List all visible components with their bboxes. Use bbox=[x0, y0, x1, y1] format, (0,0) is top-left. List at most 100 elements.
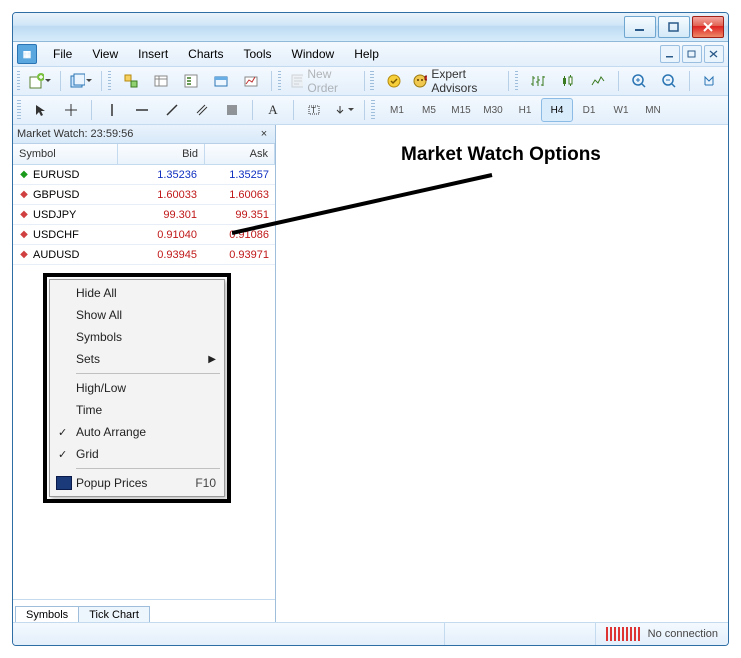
mdi-minimize-button[interactable] bbox=[660, 45, 680, 63]
zoom-out-button[interactable] bbox=[655, 69, 683, 93]
bid-price: 99.301 bbox=[117, 205, 203, 224]
menu-file[interactable]: File bbox=[43, 44, 82, 64]
line-chart-button[interactable] bbox=[584, 69, 612, 93]
ctx-shortcut: F10 bbox=[195, 476, 216, 490]
ctx-time[interactable]: Time bbox=[52, 399, 222, 421]
market-watch-close-icon[interactable]: × bbox=[257, 127, 271, 141]
maximize-button[interactable] bbox=[658, 16, 690, 38]
timeframe-m1[interactable]: M1 bbox=[381, 98, 413, 122]
symbol-name: EURUSD bbox=[33, 169, 79, 181]
symbol-name: AUDUSD bbox=[33, 249, 79, 261]
header-symbol[interactable]: Symbol bbox=[13, 144, 118, 164]
market-watch-header-row: Symbol Bid Ask bbox=[13, 144, 275, 165]
data-window-button[interactable] bbox=[147, 69, 175, 93]
symbol-name: GBPUSD bbox=[33, 189, 79, 201]
vertical-line-button[interactable] bbox=[98, 98, 126, 122]
bid-price: 1.35236 bbox=[117, 165, 203, 184]
strategy-tester-button[interactable] bbox=[237, 69, 265, 93]
menu-help[interactable]: Help bbox=[344, 44, 389, 64]
new-order-button[interactable]: New Order bbox=[287, 69, 357, 93]
market-watch-title-text: Market Watch: 23:59:56 bbox=[17, 128, 133, 140]
ctx-popup-prices[interactable]: Popup PricesF10 bbox=[52, 472, 222, 494]
menu-bar: ▦ File View Insert Charts Tools Window H… bbox=[13, 42, 728, 67]
new-chart-button[interactable] bbox=[26, 69, 54, 93]
submenu-arrow-icon: ▶ bbox=[208, 354, 216, 365]
candlesticks-button[interactable] bbox=[554, 69, 582, 93]
equidistant-channel-button[interactable] bbox=[188, 98, 216, 122]
tab-symbols[interactable]: Symbols bbox=[15, 606, 79, 622]
title-bar bbox=[13, 13, 728, 42]
annotation-label: Market Watch Options bbox=[401, 144, 601, 166]
bid-price: 0.93945 bbox=[117, 245, 203, 264]
horizontal-line-button[interactable] bbox=[128, 98, 156, 122]
minimize-button[interactable] bbox=[624, 16, 656, 38]
timeframe-w1[interactable]: W1 bbox=[605, 98, 637, 122]
timeframe-m15[interactable]: M15 bbox=[445, 98, 477, 122]
app-icon: ▦ bbox=[17, 44, 37, 64]
ctx-sets[interactable]: Sets▶ bbox=[52, 348, 222, 370]
text-button[interactable]: A bbox=[259, 98, 287, 122]
context-menu-callout: Hide All Show All Symbols Sets▶ High/Low… bbox=[43, 273, 273, 503]
cursor-button[interactable] bbox=[27, 98, 55, 122]
direction-icon: ◆ bbox=[19, 230, 29, 240]
symbol-name: USDJPY bbox=[33, 209, 76, 221]
toolbar-grip[interactable] bbox=[278, 71, 281, 91]
toolbar-grip[interactable] bbox=[515, 71, 518, 91]
zoom-in-button[interactable] bbox=[625, 69, 653, 93]
menu-tools[interactable]: Tools bbox=[234, 44, 282, 64]
profiles-button[interactable] bbox=[67, 69, 95, 93]
toolbar-grip[interactable] bbox=[370, 71, 373, 91]
toolbar-grip[interactable] bbox=[17, 71, 20, 91]
trendline-button[interactable] bbox=[158, 98, 186, 122]
toolbar-grip[interactable] bbox=[371, 100, 375, 120]
ctx-hide-all[interactable]: Hide All bbox=[52, 282, 222, 304]
direction-icon: ◆ bbox=[19, 210, 29, 220]
direction-icon: ◆ bbox=[19, 170, 29, 180]
menu-window[interactable]: Window bbox=[282, 44, 345, 64]
ctx-symbols[interactable]: Symbols bbox=[52, 326, 222, 348]
arrows-menu-button[interactable] bbox=[330, 98, 358, 122]
new-order-label: New Order bbox=[307, 67, 354, 95]
timeframe-mn[interactable]: MN bbox=[637, 98, 669, 122]
crosshair-button[interactable] bbox=[57, 98, 85, 122]
terminal-button[interactable] bbox=[207, 69, 235, 93]
metaquotes-lang-button[interactable] bbox=[380, 69, 408, 93]
ctx-high-low[interactable]: High/Low bbox=[52, 377, 222, 399]
symbol-name: USDCHF bbox=[33, 229, 79, 241]
market-watch-button[interactable] bbox=[117, 69, 145, 93]
ctx-grid[interactable]: ✓Grid bbox=[52, 443, 222, 465]
menu-view[interactable]: View bbox=[82, 44, 128, 64]
chart-area[interactable]: Market Watch Options bbox=[276, 125, 728, 622]
header-ask[interactable]: Ask bbox=[205, 144, 275, 164]
fibonacci-button[interactable] bbox=[218, 98, 246, 122]
svg-text:T: T bbox=[311, 106, 316, 115]
ctx-show-all[interactable]: Show All bbox=[52, 304, 222, 326]
auto-scroll-button[interactable] bbox=[696, 69, 724, 93]
app-window: ▦ File View Insert Charts Tools Window H… bbox=[12, 12, 729, 646]
ctx-auto-arrange[interactable]: ✓Auto Arrange bbox=[52, 421, 222, 443]
mdi-close-button[interactable] bbox=[704, 45, 724, 63]
timeframe-h4[interactable]: H4 bbox=[541, 98, 573, 122]
text-label-button[interactable]: T bbox=[300, 98, 328, 122]
header-bid[interactable]: Bid bbox=[118, 144, 205, 164]
menu-charts[interactable]: Charts bbox=[178, 44, 233, 64]
mdi-restore-button[interactable] bbox=[682, 45, 702, 63]
expert-advisors-button[interactable]: Expert Advisors bbox=[410, 69, 503, 93]
popup-prices-icon bbox=[56, 476, 72, 490]
timeframe-m30[interactable]: M30 bbox=[477, 98, 509, 122]
toolbar-grip[interactable] bbox=[17, 100, 21, 120]
timeframe-d1[interactable]: D1 bbox=[573, 98, 605, 122]
line-studies-toolbar: A T M1M5M15M30H1H4D1W1MN bbox=[13, 96, 728, 125]
close-button[interactable] bbox=[692, 16, 724, 38]
timeframe-m5[interactable]: M5 bbox=[413, 98, 445, 122]
direction-icon: ◆ bbox=[19, 190, 29, 200]
connection-status-text: No connection bbox=[648, 628, 718, 640]
timeframe-h1[interactable]: H1 bbox=[509, 98, 541, 122]
navigator-button[interactable] bbox=[177, 69, 205, 93]
connection-status-icon bbox=[606, 627, 640, 641]
menu-insert[interactable]: Insert bbox=[128, 44, 178, 64]
market-watch-title-bar[interactable]: Market Watch: 23:59:56 × bbox=[13, 125, 275, 144]
bar-chart-button[interactable] bbox=[524, 69, 552, 93]
tab-tick-chart[interactable]: Tick Chart bbox=[78, 606, 150, 622]
toolbar-grip[interactable] bbox=[108, 71, 111, 91]
